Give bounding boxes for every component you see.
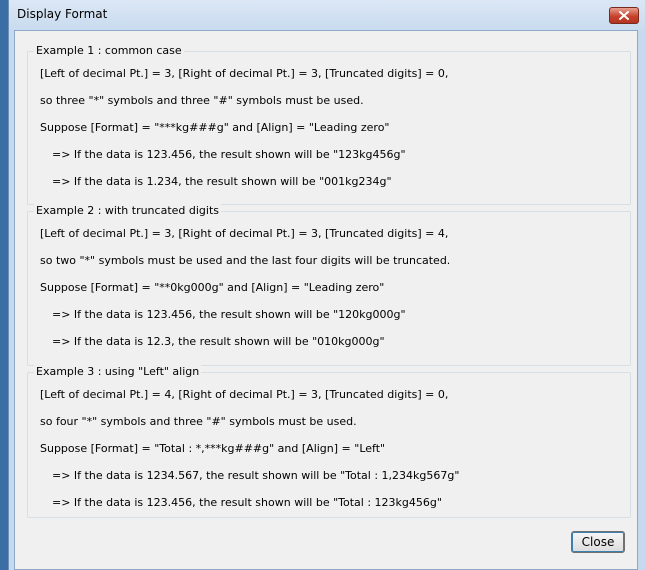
example-3-line-5: => If the data is 123.456, the result sh… [52,496,442,509]
example-3-group: Example 3 : using "Left" align [Left of … [27,365,631,518]
example-2-group: Example 2 : with truncated digits [Left … [27,204,631,366]
example-2-line-3: Suppose [Format] = "**0kg000g" and [Alig… [40,281,385,294]
example-2-line-4: => If the data is 123.456, the result sh… [52,308,406,321]
dialog-content: Example 1 : common case [Left of decimal… [14,30,638,570]
example-3-line-2: so four "*" symbols and three "#" symbol… [40,415,357,428]
close-icon [619,11,629,20]
example-1-group: Example 1 : common case [Left of decimal… [27,44,631,205]
example-2-label: Example 2 : with truncated digits [34,204,221,217]
example-1-line-4: => If the data is 123.456, the result sh… [52,148,406,161]
example-1-line-5: => If the data is 1.234, the result show… [52,175,392,188]
title-close-button[interactable] [609,7,639,24]
example-2-line-5: => If the data is 12.3, the result shown… [52,335,385,348]
example-3-line-4: => If the data is 1234.567, the result s… [52,469,460,482]
example-1-line-2: so three "*" symbols and three "#" symbo… [40,94,364,107]
example-3-line-1: [Left of decimal Pt.] = 4, [Right of dec… [40,388,449,401]
dialog-window: Display Format Example 1 : common case [… [8,0,645,570]
example-1-line-1: [Left of decimal Pt.] = 3, [Right of dec… [40,67,449,80]
example-2-line-1: [Left of decimal Pt.] = 3, [Right of dec… [40,227,449,240]
example-3-label: Example 3 : using "Left" align [34,365,202,378]
title-bar: Display Format [9,0,645,30]
window-title: Display Format [17,7,108,21]
close-button[interactable]: Close [571,531,625,553]
example-3-line-3: Suppose [Format] = "Total : *,***kg###g"… [40,442,386,455]
example-1-label: Example 1 : common case [34,44,184,57]
example-2-line-2: so two "*" symbols must be used and the … [40,254,451,267]
example-1-line-3: Suppose [Format] = "***kg###g" and [Alig… [40,121,390,134]
